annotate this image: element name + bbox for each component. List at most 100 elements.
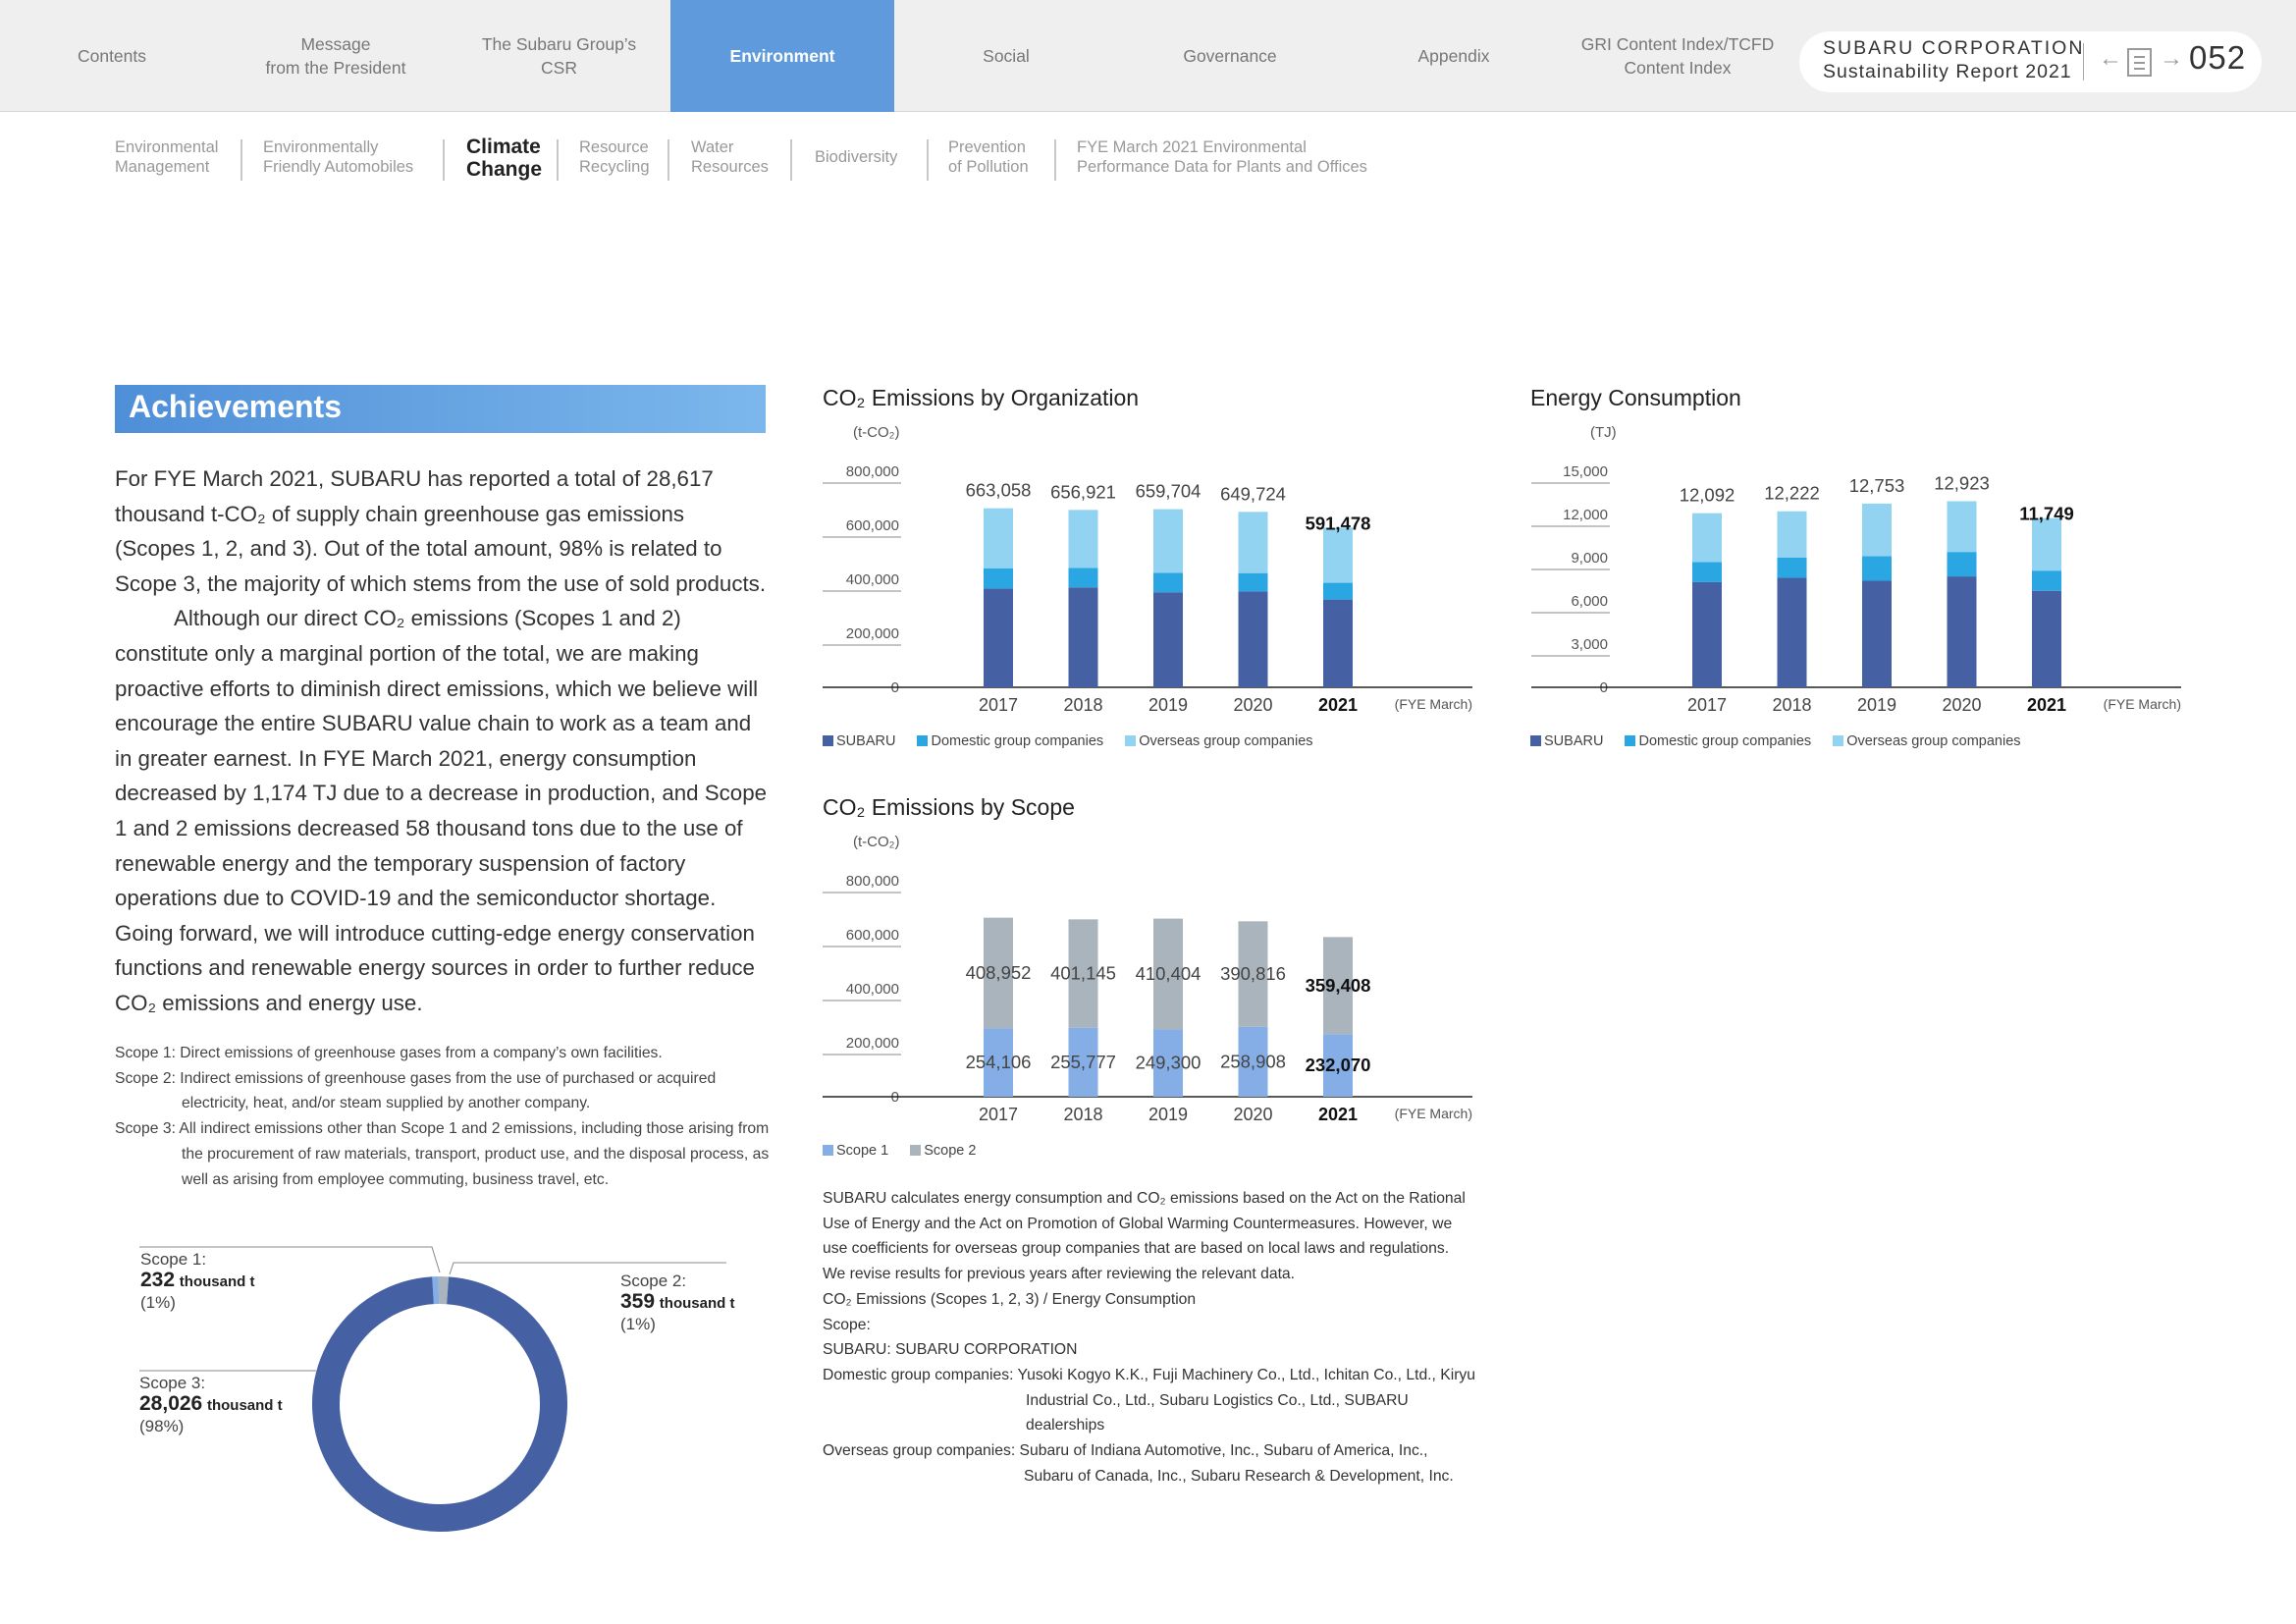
x-tick-label: 2020 xyxy=(1942,695,1981,715)
x-tick-label: 2020 xyxy=(1233,695,1272,715)
nav-tab-message[interactable]: Message from the President xyxy=(224,0,448,112)
bar-segment xyxy=(1947,552,1977,577)
nav-tab-environment[interactable]: Environment xyxy=(670,0,894,112)
nav-tab-appendix[interactable]: Appendix xyxy=(1342,0,1566,112)
bar-segment xyxy=(1323,599,1353,687)
bar-segment xyxy=(1777,577,1807,687)
bar-total-label: 656,921 xyxy=(1050,481,1116,502)
x-tick-label: 2018 xyxy=(1063,695,1102,715)
subnav-resource-recycling[interactable]: Resource Recycling xyxy=(579,137,650,177)
bar-segment xyxy=(1777,558,1807,578)
calculation-notes: SUBARU calculates energy consumption and… xyxy=(823,1186,1475,1489)
legend-item: SUBARU xyxy=(1530,733,1603,749)
donut-slice xyxy=(312,1276,567,1532)
nav-tab-social[interactable]: Social xyxy=(894,0,1118,112)
y-tick-label: 200,000 xyxy=(846,1035,899,1052)
legend-item: Domestic group companies xyxy=(917,733,1103,749)
nav-tab-contents[interactable]: Contents xyxy=(0,0,224,112)
legend-item: Scope 1 xyxy=(823,1143,888,1159)
x-tick-label: 2021 xyxy=(1318,1105,1358,1124)
donut-slice-edge xyxy=(326,1290,554,1518)
bar-total-label: 12,753 xyxy=(1849,475,1905,496)
x-tick-label: 2021 xyxy=(1318,695,1358,715)
legend-item: Domestic group companies xyxy=(1625,733,1811,749)
x-tick-label: 2017 xyxy=(979,695,1018,715)
bar-segment xyxy=(1238,512,1268,573)
bar-total-label: 649,724 xyxy=(1220,483,1286,504)
bar-segment xyxy=(1862,580,1892,687)
bar-segment xyxy=(984,588,1013,687)
report-badge: SUBARU CORPORATION Sustainability Report… xyxy=(1799,31,2262,92)
subnav-divider xyxy=(240,139,242,181)
chart-unit-label: (t-CO₂) xyxy=(853,834,900,850)
y-tick-label: 800,000 xyxy=(846,463,899,480)
bar-segment xyxy=(1323,582,1353,600)
bar-segment xyxy=(1068,568,1098,588)
bar-total-label: 591,478 xyxy=(1306,513,1371,533)
chart-title-co2-organization: CO₂ Emissions by Organization xyxy=(823,385,1140,410)
y-tick-label: 600,000 xyxy=(846,517,899,534)
bar-segment xyxy=(1153,509,1183,573)
subnav-divider xyxy=(1054,139,1056,181)
bar-segment xyxy=(984,568,1013,589)
nav-tab-csr[interactable]: The Subaru Group’s CSR xyxy=(448,0,670,112)
bar-segment xyxy=(1068,587,1098,687)
bar-segment xyxy=(1947,576,1977,687)
achievements-header: Achievements xyxy=(115,385,766,433)
y-tick-label: 15,000 xyxy=(1563,463,1608,480)
subnav-prevention-of-pollution[interactable]: Prevention of Pollution xyxy=(948,137,1029,177)
company-name: SUBARU CORPORATION xyxy=(1823,37,2085,59)
bar-segment xyxy=(1692,581,1722,687)
chart-unit-label: (TJ) xyxy=(1590,424,1617,441)
subnav-performance-data[interactable]: FYE March 2021 Environmental Performance… xyxy=(1077,137,1367,177)
bar-total-label: 663,058 xyxy=(966,480,1032,501)
bar-segment xyxy=(1862,556,1892,581)
bar-segment xyxy=(2032,570,2061,591)
bar-segment xyxy=(1862,503,1892,557)
subnav-divider xyxy=(790,139,792,181)
x-tick-label: 2018 xyxy=(1063,1105,1102,1124)
subnav-divider xyxy=(667,139,669,181)
y-tick-label: 400,000 xyxy=(846,981,899,998)
subnav-friendly-automobiles[interactable]: Environmentally Friendly Automobiles xyxy=(263,137,413,177)
bar-segment xyxy=(1323,527,1353,583)
y-tick-label: 200,000 xyxy=(846,625,899,642)
bar-segment xyxy=(1692,513,1722,563)
nav-tab-gri-index[interactable]: GRI Content Index/TCFD Content Index xyxy=(1566,0,1789,112)
subnav-biodiversity[interactable]: Biodiversity xyxy=(815,147,897,167)
bar-total-label: 11,749 xyxy=(2019,504,2074,524)
bar-segment xyxy=(1947,501,1977,553)
achievements-paragraph: Although our direct CO₂ emissions (Scope… xyxy=(115,606,767,1015)
bar-value-label: 255,777 xyxy=(1050,1052,1116,1072)
x-tick-label: 2021 xyxy=(2027,695,2066,715)
achievements-paragraph: For FYE March 2021, SUBARU has reported … xyxy=(115,466,767,596)
y-tick-label: 600,000 xyxy=(846,927,899,944)
bar-segment xyxy=(1692,562,1722,582)
arrow-left-icon[interactable]: ← xyxy=(2099,45,2122,73)
bar-segment xyxy=(1238,572,1268,592)
bar-segment xyxy=(1777,511,1807,558)
chart-legend-organization: SUBARU Domestic group companies Overseas… xyxy=(823,733,1331,749)
subnav-climate-change[interactable]: Climate Change xyxy=(466,135,542,181)
bar-segment xyxy=(984,508,1013,568)
chart-title-co2-scope: CO₂ Emissions by Scope xyxy=(823,794,1075,820)
subnav-divider xyxy=(443,139,445,181)
nav-tab-governance[interactable]: Governance xyxy=(1118,0,1342,112)
scope-definitions: Scope 1: Direct emissions of greenhouse … xyxy=(115,1041,777,1192)
chart-energy-consumption: 15,00012,0009,0006,0003,0000201712,09220… xyxy=(1531,463,2181,715)
y-tick-label: 9,000 xyxy=(1571,550,1608,567)
arrow-right-icon[interactable]: → xyxy=(2160,45,2183,73)
x-axis-label: (FYE March) xyxy=(2104,696,2181,712)
document-icon[interactable] xyxy=(2127,48,2152,77)
subnav-water-resources[interactable]: Water Resources xyxy=(691,137,769,177)
chart-unit-label: (t-CO₂) xyxy=(853,424,900,441)
bar-segment xyxy=(2032,517,2061,571)
y-tick-label: 12,000 xyxy=(1563,507,1608,523)
bar-value-label: 254,106 xyxy=(966,1052,1032,1072)
page-number: 052 xyxy=(2189,39,2247,76)
subnav-environmental-management[interactable]: Environmental Management xyxy=(115,137,218,177)
note-line: SUBARU calculates energy consumption and… xyxy=(823,1190,1466,1283)
legend-item: Scope 2 xyxy=(910,1143,976,1159)
donut-label-scope2: Scope 2: 359 thousand t (1%) xyxy=(620,1272,735,1333)
x-axis-label: (FYE March) xyxy=(1395,1106,1472,1121)
